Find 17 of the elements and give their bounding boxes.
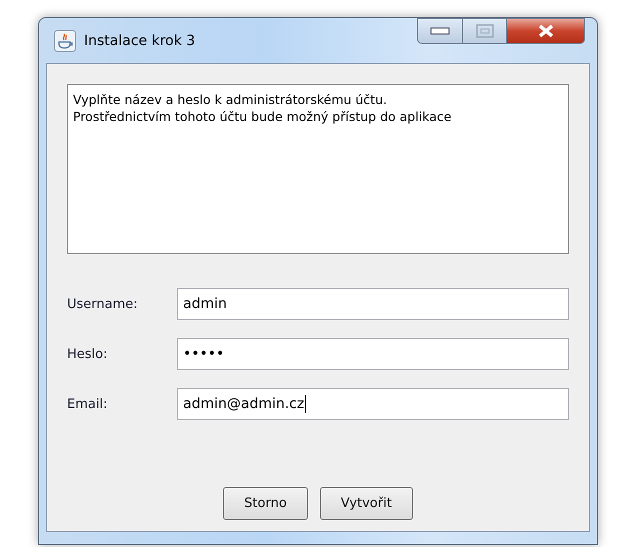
- maximize-icon: [476, 24, 494, 38]
- input-field[interactable]: admin: [177, 288, 569, 320]
- input-field[interactable]: •••••: [177, 338, 569, 370]
- close-icon: [536, 24, 554, 38]
- description-text: Vyplňte název a heslo k administrátorskému účtu.: [73, 91, 388, 108]
- coffee-cup-icon: [54, 30, 76, 52]
- field-label: Email:: [67, 396, 108, 412]
- dialog-button[interactable]: Storno: [223, 487, 308, 520]
- field-label: Username:: [67, 296, 139, 312]
- description-text: Prostřednictvím tohoto účtu bude možný přístup do aplikace: [73, 108, 452, 125]
- minimize-icon: [430, 27, 450, 35]
- window-title: Instalace krok 3: [84, 32, 196, 48]
- minimize-button[interactable]: [417, 18, 463, 44]
- close-button[interactable]: [507, 18, 585, 44]
- input-field[interactable]: admin@admin.cz: [177, 388, 569, 420]
- field-label: Heslo:: [67, 346, 108, 362]
- dialog-button[interactable]: Vytvořit: [320, 487, 413, 520]
